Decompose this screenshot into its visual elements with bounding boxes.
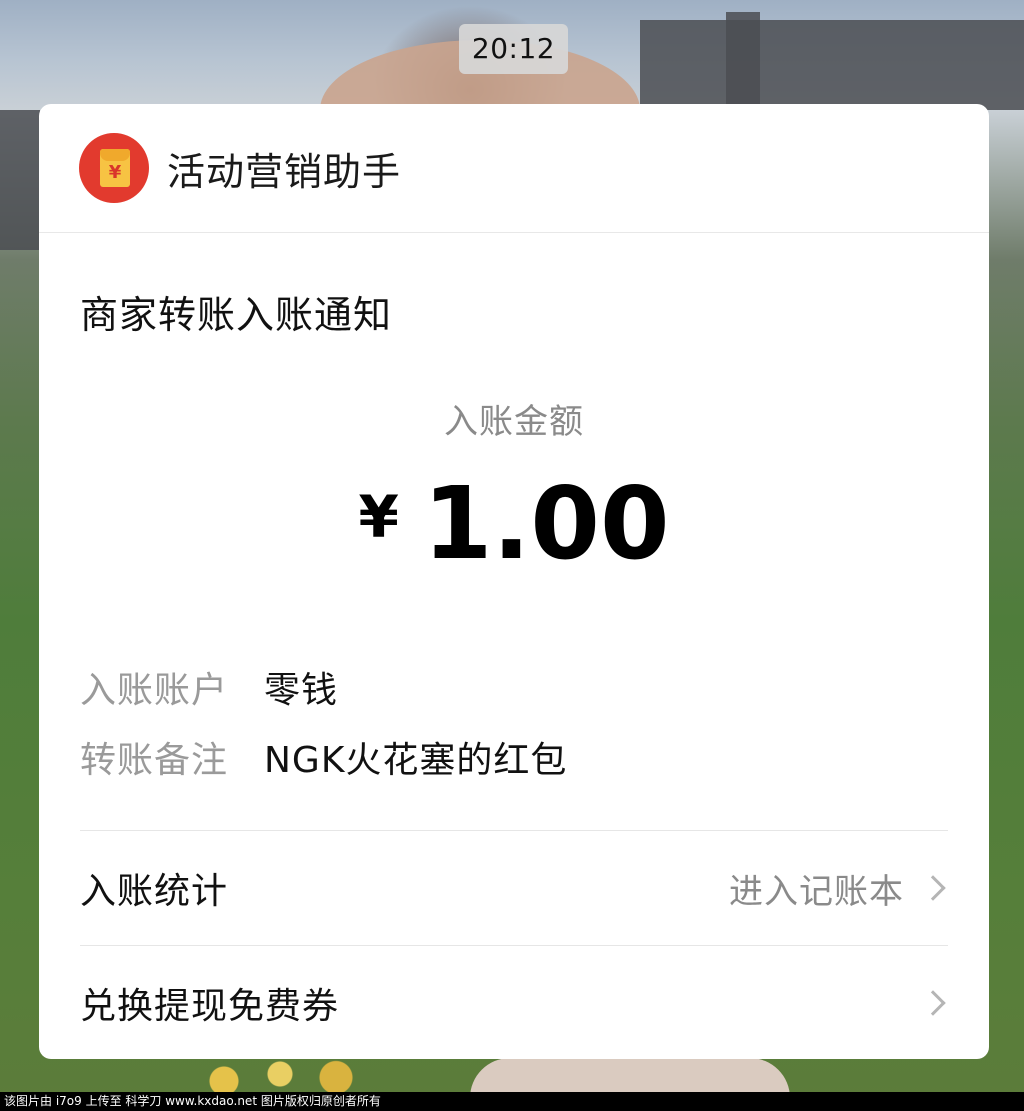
yen-glyph: ¥ (108, 162, 122, 183)
chevron-right-icon (920, 990, 946, 1016)
detail-value: 零钱 (264, 670, 339, 711)
background-building-tower (726, 12, 760, 107)
detail-row-remark: 转账备注 NGK火花塞的红包 (80, 731, 567, 783)
chevron-right-icon (920, 875, 946, 901)
action-label: 兑换提现免费券 (80, 986, 340, 1027)
income-stats-row[interactable]: 入账统计 进入记账本 (80, 831, 948, 945)
red-envelope-icon: ¥ (79, 133, 149, 203)
detail-label: 转账备注 (80, 740, 229, 781)
background-building-left (0, 110, 40, 250)
background-flowers (140, 1060, 420, 1095)
action-right: 进入记账本 (729, 864, 948, 913)
action-label: 入账统计 (80, 871, 229, 912)
status-time: 20:12 (459, 24, 568, 74)
amount-label: 入账金额 (444, 402, 584, 442)
watermark-text: 该图片由 i7o9 上传至 科学刀 www.kxdao.net 图片版权归原创者… (0, 1092, 1024, 1111)
detail-row-account: 入账账户 零钱 (80, 661, 338, 713)
card-header: ¥ 活动营销助手 (39, 104, 989, 233)
currency-symbol: ¥ (358, 483, 399, 551)
detail-label: 入账账户 (80, 670, 229, 711)
amount-value: 1.00 (422, 465, 670, 582)
app-name: 活动营销助手 (167, 149, 402, 194)
redeem-coupon-row[interactable]: 兑换提现免费券 (80, 946, 948, 1059)
action-right (920, 990, 948, 1016)
envelope-shape: ¥ (100, 149, 130, 187)
amount-value-row: ¥1.00 (39, 469, 989, 579)
notification-card[interactable]: ¥ 活动营销助手 商家转账入账通知 入账金额 ¥1.00 入账账户 零钱 转账备… (39, 104, 989, 1059)
notice-title: 商家转账入账通知 (80, 293, 393, 337)
background-building-right (640, 20, 1024, 110)
open-ledger-link[interactable]: 进入记账本 (729, 864, 904, 913)
detail-value: NGK火花塞的红包 (264, 740, 568, 781)
